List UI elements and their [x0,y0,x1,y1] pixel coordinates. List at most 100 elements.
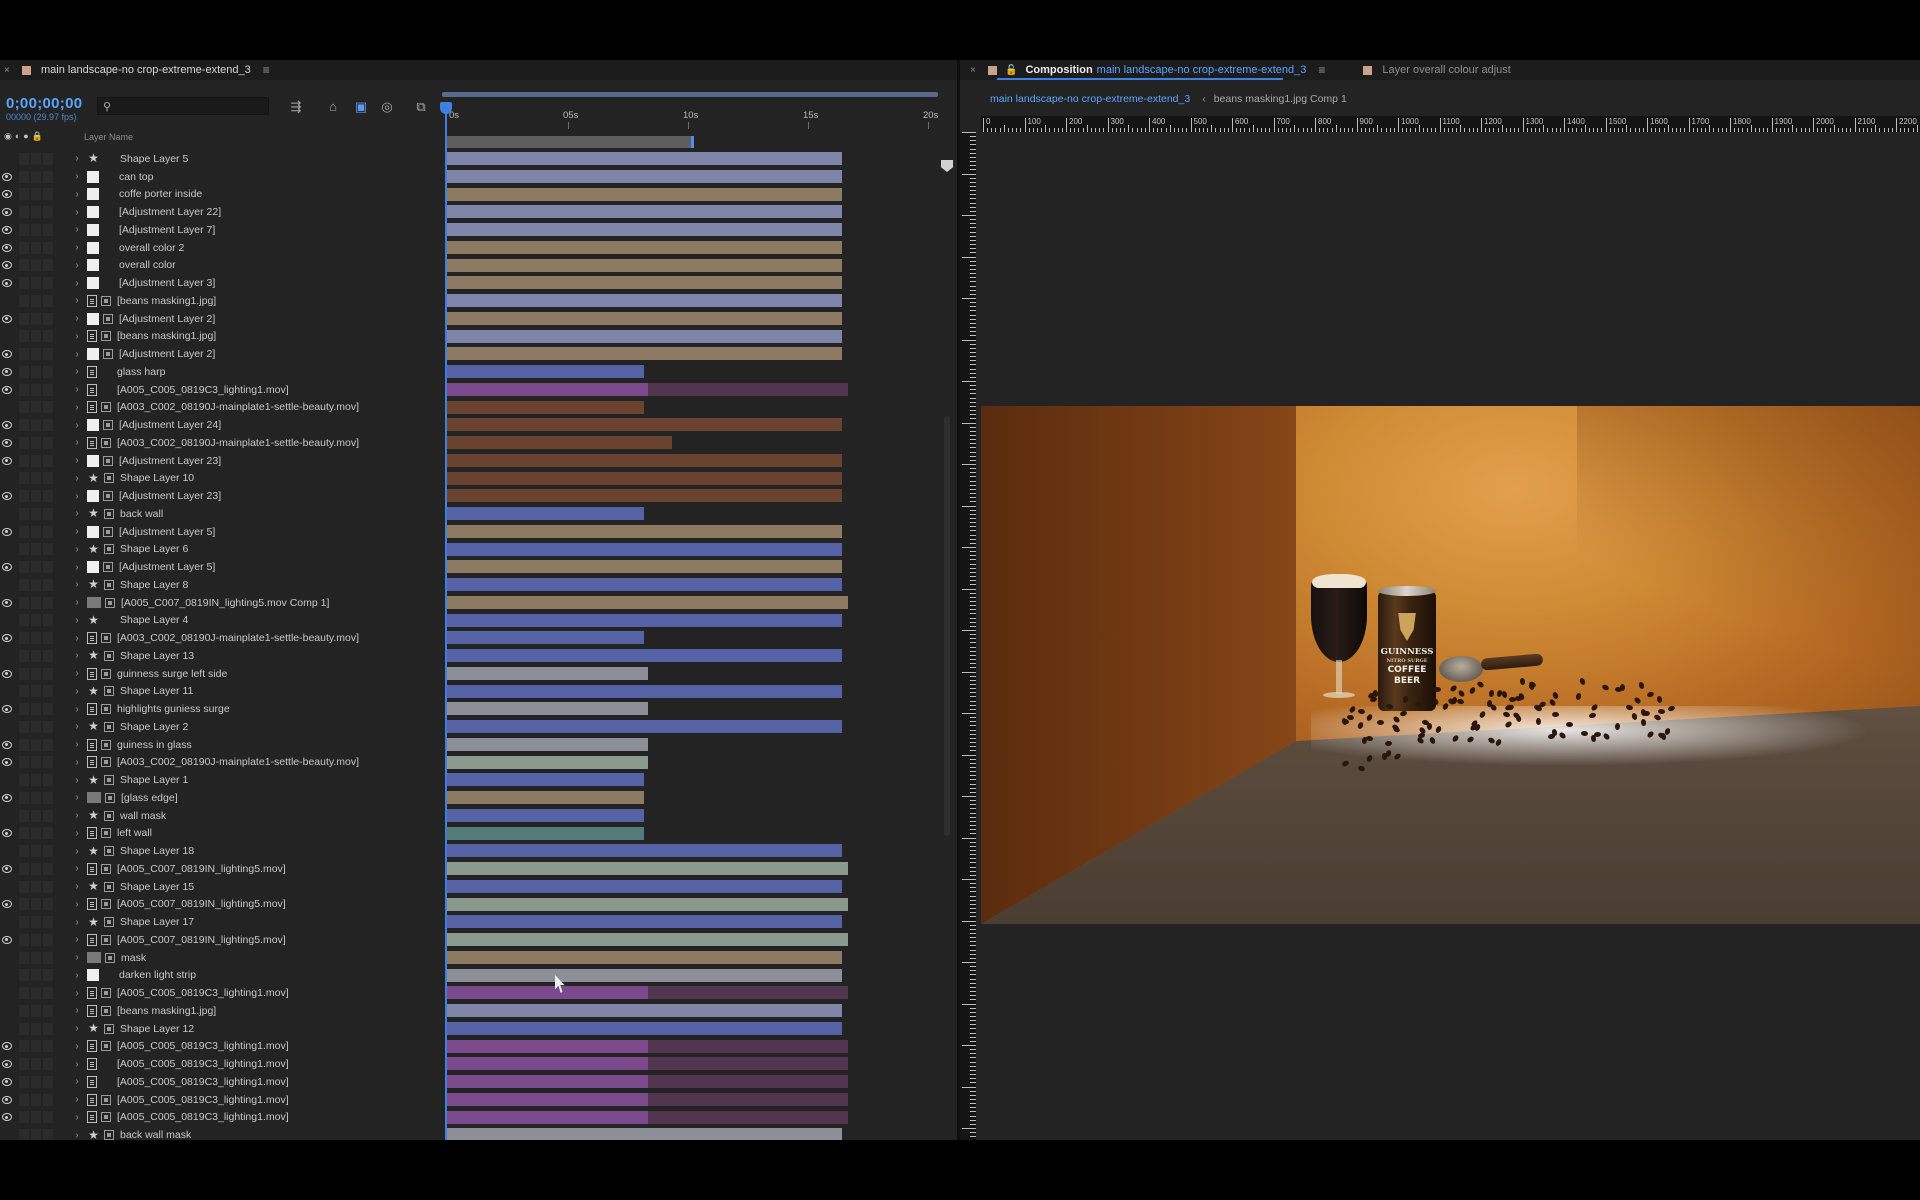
effects-switch-icon[interactable] [101,633,111,644]
layer-row[interactable]: › [A005_C005_0819C3_lighting1.mov] [0,381,440,399]
layer-name[interactable]: Shape Layer 13 [120,650,194,662]
layer-switch-cells[interactable] [19,987,71,1000]
layer-duration-bar[interactable] [446,1004,842,1017]
layer-switch-cells[interactable] [19,259,71,272]
layer-duration-bar[interactable] [446,453,842,467]
visibility-eye-icon[interactable] [1,243,15,253]
twirl-down-icon[interactable]: › [71,1023,83,1034]
layer-name[interactable]: Shape Layer 12 [120,1023,194,1035]
visibility-eye-icon[interactable] [1,385,15,395]
effects-switch-icon[interactable] [103,562,113,573]
visibility-eye-icon[interactable] [1,1112,15,1122]
effects-switch-icon[interactable] [105,952,115,963]
layer-row[interactable]: › glass harp [0,363,440,381]
layer-name[interactable]: [glass edge] [121,792,178,804]
layer-duration-bar[interactable] [647,1057,848,1071]
vertical-ruler[interactable] [960,132,976,1140]
layer-row[interactable]: › [A003_C002_08190J-mainplate1-settle-bea… [0,434,440,452]
layer-row[interactable]: › [A003_C002_08190J-mainplate1-settle-bea… [0,754,440,772]
layer-row[interactable]: › ★ Shape Layer 10 [0,470,440,488]
layer-row[interactable]: › guiness in glass [0,736,440,754]
layer-duration-bar[interactable] [446,666,648,680]
twirl-down-icon[interactable]: › [71,402,83,413]
layer-name[interactable]: Shape Layer 10 [120,472,194,484]
twirl-down-icon[interactable]: › [71,366,83,377]
layer-row[interactable]: › [A005_C007_0819IN_lighting5.mov] [0,896,440,914]
layer-duration-bar[interactable] [446,560,842,574]
layer-duration-bar[interactable] [647,1075,848,1088]
effects-switch-icon[interactable] [104,846,114,857]
layer-row[interactable]: › [beans masking1.jpg] [0,292,440,310]
twirl-down-icon[interactable]: › [71,508,83,519]
visibility-eye-icon[interactable] [1,367,15,377]
layer-name[interactable]: [A005_C007_0819IN_lighting5.mov] [117,863,286,875]
layer-duration-bar[interactable] [647,1110,848,1124]
layer-row[interactable]: › [A005_C007_0819IN_lighting5.mov] [0,931,440,949]
layer-name[interactable]: [A003_C002_08190J-mainplate1-settle-beau… [117,437,359,449]
twirl-down-icon[interactable]: › [71,1094,83,1105]
layer-name[interactable]: [A005_C005_0819C3_lighting1.mov] [117,384,289,396]
twirl-down-icon[interactable]: › [71,207,83,218]
close-tab-icon[interactable]: × [970,65,980,76]
layer-name[interactable]: [A005_C005_0819C3_lighting1.mov] [117,1076,289,1088]
chevron-left-icon[interactable]: ‹ [1202,93,1206,105]
visibility-eye-icon[interactable] [1,1130,15,1140]
layer-row[interactable]: › [glass edge] [0,789,440,807]
composition-viewer[interactable]: GUINNESS NITRO SURGE COFFEE BEER [981,406,1920,924]
visibility-eye-icon[interactable] [1,225,15,235]
layer-duration-bar[interactable] [446,879,842,893]
visibility-eye-icon[interactable] [1,722,15,732]
layer-name[interactable]: Shape Layer 1 [120,774,188,786]
timeline-tab[interactable]: × main landscape-no crop-extreme-extend_… [0,60,957,80]
effects-switch-icon[interactable] [104,473,114,484]
layer-row[interactable]: › ★ Shape Layer 4 [0,612,440,630]
effects-switch-icon[interactable] [104,650,114,661]
visibility-eye-icon[interactable] [1,686,15,696]
twirl-down-icon[interactable]: › [71,810,83,821]
timeline-track-area[interactable]: 0s 05s 10s 15s 20s [440,90,957,1140]
panel-menu-icon[interactable]: ≡ [1318,63,1325,77]
twirl-down-icon[interactable]: › [71,881,83,892]
layer-switch-cells[interactable] [19,614,71,627]
layer-switch-cells[interactable] [19,241,71,254]
layer-name[interactable]: [Adjustment Layer 23] [119,490,221,502]
visibility-eye-icon[interactable] [1,544,15,554]
layer-switch-cells[interactable] [19,951,71,964]
layer-switch-cells[interactable] [19,188,71,201]
layer-row[interactable]: › ★ Shape Layer 2 [0,718,440,736]
layer-name[interactable]: [beans masking1.jpg] [117,1005,216,1017]
layer-name[interactable]: Shape Layer 2 [120,721,188,733]
time-ruler[interactable]: 0s 05s 10s 15s 20s [440,90,940,148]
lock-icon[interactable]: 🔓 [1005,65,1017,76]
layer-name[interactable]: [Adjustment Layer 22] [119,206,221,218]
effects-switch-icon[interactable] [101,988,111,999]
layer-switch-cells[interactable] [19,933,71,946]
layer-switch-cells[interactable] [19,383,71,396]
layer-duration-bar[interactable] [446,595,848,609]
layer-duration-bar[interactable] [446,684,842,698]
effects-switch-icon[interactable] [101,757,111,768]
layer-row[interactable]: › ★ wall mask [0,807,440,825]
effects-switch-icon[interactable] [101,934,111,945]
panel-menu-icon[interactable]: ≡ [263,63,270,77]
layer-duration-bar[interactable] [446,737,648,751]
twirl-down-icon[interactable]: › [71,988,83,999]
layer-switch-cells[interactable] [19,294,71,307]
layer-duration-bar[interactable] [446,862,848,875]
twirl-down-icon[interactable]: › [71,1005,83,1016]
layer-row[interactable]: › ★ Shape Layer 8 [0,576,440,594]
layer-row[interactable]: › guinness surge left side [0,665,440,683]
layer-row[interactable]: › [beans masking1.jpg] [0,328,440,346]
layer-duration-bar[interactable] [446,1039,648,1053]
effects-switch-icon[interactable] [103,491,113,502]
twirl-down-icon[interactable]: › [71,544,83,555]
layer-name[interactable]: guinness surge left side [117,668,227,680]
layer-name[interactable]: [A005_C007_0819IN_lighting5.mov Comp 1] [121,597,329,609]
layer-switch-cells[interactable] [19,330,71,343]
layer-switch-cells[interactable] [19,596,71,609]
visibility-eye-icon[interactable] [1,491,15,501]
layer-name[interactable]: [A005_C005_0819C3_lighting1.mov] [117,987,289,999]
layer-row[interactable]: › [Adjustment Layer 24] [0,416,440,434]
visibility-eye-icon[interactable] [1,757,15,767]
layer-duration-bar[interactable] [446,507,644,520]
